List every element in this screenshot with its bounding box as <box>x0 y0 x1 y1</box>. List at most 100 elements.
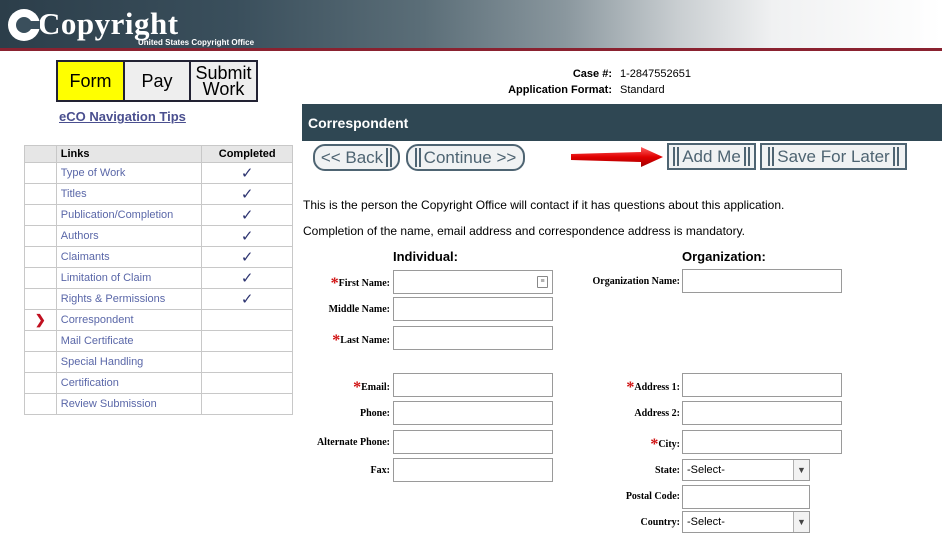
chevron-down-icon[interactable]: ▼ <box>793 460 809 480</box>
table-row: Special Handling <box>24 351 293 373</box>
row-indicator <box>24 225 57 247</box>
city-label-text: City: <box>658 439 680 450</box>
completed-cell <box>201 372 293 394</box>
country-label: Country: <box>640 517 680 528</box>
country-select[interactable]: -Select- ▼ <box>682 511 810 533</box>
phone-input[interactable] <box>393 401 553 425</box>
organization-heading: Organization: <box>682 249 766 264</box>
country-select-value: -Select- <box>687 516 725 528</box>
completed-cell <box>201 393 293 415</box>
nav-link-review-submission[interactable]: Review Submission <box>55 393 203 415</box>
add-me-button[interactable]: Add Me <box>667 143 756 170</box>
completed-cell: ✓ <box>201 204 293 226</box>
checkmark-icon: ✓ <box>240 249 254 266</box>
row-indicator <box>24 162 57 184</box>
nav-link-correspondent[interactable]: Correspondent <box>55 309 203 331</box>
organization-name-label: Organization Name: <box>592 276 681 287</box>
button-bar-icon <box>743 147 750 166</box>
red-arrow-icon <box>571 147 663 167</box>
middle-name-input[interactable] <box>393 297 553 321</box>
alternate-phone-label: Alternate Phone: <box>316 437 390 448</box>
required-marker: * <box>332 332 341 349</box>
postal-code-input[interactable] <box>682 485 810 509</box>
checkmark-icon: ✓ <box>240 165 254 182</box>
fax-input[interactable] <box>393 458 553 482</box>
address-1-label: *Address 1: <box>626 377 680 396</box>
nav-link-limitation-of-claim[interactable]: Limitation of Claim <box>55 267 203 289</box>
tab-submit-work[interactable]: Submit Work <box>191 62 256 100</box>
completed-cell <box>201 309 293 331</box>
continue-button[interactable]: Continue >> <box>406 144 525 171</box>
links-table-header: Links Completed <box>24 145 293 163</box>
table-row: Rights & Permissions ✓ <box>24 288 293 310</box>
button-bar-icon <box>768 147 775 166</box>
fax-label: Fax: <box>370 465 390 476</box>
table-row: ❯ Correspondent <box>24 309 293 331</box>
state-label: State: <box>655 465 680 476</box>
last-name-input[interactable] <box>393 326 553 350</box>
chevron-down-icon[interactable]: ▼ <box>793 512 809 532</box>
back-button[interactable]: << Back <box>313 144 400 171</box>
nav-link-publication-completion[interactable]: Publication/Completion <box>55 204 203 226</box>
tab-pay[interactable]: Pay <box>125 62 191 100</box>
table-row: Claimants ✓ <box>24 246 293 268</box>
email-label: *Email: <box>353 377 390 396</box>
button-bar-icon <box>892 147 899 166</box>
checkmark-icon: ✓ <box>240 207 254 224</box>
first-name-label: *First Name: <box>331 273 390 292</box>
application-format-label: Application Format: <box>508 84 612 96</box>
nav-link-special-handling[interactable]: Special Handling <box>55 351 203 373</box>
logo-subtitle: United States Copyright Office <box>138 38 255 47</box>
completed-cell: ✓ <box>201 246 293 268</box>
required-marker: * <box>353 379 362 396</box>
tab-form[interactable]: Form <box>58 62 125 100</box>
email-label-text: Email: <box>361 382 390 393</box>
save-for-later-button-label: Save For Later <box>777 146 890 166</box>
nav-link-certification[interactable]: Certification <box>55 372 203 394</box>
table-row: Mail Certificate <box>24 330 293 352</box>
row-indicator <box>24 351 57 373</box>
state-select-value: -Select- <box>687 464 725 476</box>
row-indicator: ❯ <box>24 309 57 331</box>
email-input[interactable] <box>393 373 553 397</box>
continue-button-label: Continue >> <box>423 147 517 167</box>
nav-link-rights-permissions[interactable]: Rights & Permissions <box>55 288 203 310</box>
button-bar-icon <box>673 147 680 166</box>
links-column-header: Links <box>55 145 203 163</box>
address-1-input[interactable] <box>682 373 842 397</box>
individual-heading: Individual: <box>393 249 458 264</box>
organization-name-input[interactable] <box>682 269 842 293</box>
button-bar-icon <box>386 148 393 167</box>
first-name-input[interactable]: ≡ <box>393 270 553 294</box>
row-indicator <box>24 204 57 226</box>
nav-link-type-of-work[interactable]: Type of Work <box>55 162 203 184</box>
nav-link-claimants[interactable]: Claimants <box>55 246 203 268</box>
case-number-label: Case #: <box>572 68 612 80</box>
back-button-label: << Back <box>320 147 384 167</box>
alternate-phone-input[interactable] <box>393 430 553 454</box>
nav-link-mail-certificate[interactable]: Mail Certificate <box>55 330 203 352</box>
save-for-later-button[interactable]: Save For Later <box>760 143 907 170</box>
completed-cell: ✓ <box>201 183 293 205</box>
nav-link-authors[interactable]: Authors <box>55 225 203 247</box>
table-row: Authors ✓ <box>24 225 293 247</box>
city-label: *City: <box>650 434 680 453</box>
current-step-icon: ❯ <box>34 312 46 327</box>
navigation-tips-link[interactable]: eCO Navigation Tips <box>59 109 186 124</box>
address-2-input[interactable] <box>682 401 842 425</box>
contact-card-icon[interactable]: ≡ <box>537 276 548 288</box>
intro-line-2: Completion of the name, email address an… <box>303 224 746 238</box>
city-input[interactable] <box>682 430 842 454</box>
nav-link-titles[interactable]: Titles <box>55 183 203 205</box>
case-number-value: 1-2847552651 <box>620 68 691 80</box>
process-tabs: Form Pay Submit Work <box>56 60 258 102</box>
links-table: Links Completed Type of Work ✓ Titles ✓ Publ… <box>24 145 293 415</box>
middle-name-label: Middle Name: <box>328 304 390 315</box>
state-select[interactable]: -Select- ▼ <box>682 459 810 481</box>
button-bar-icon <box>414 148 421 167</box>
checkmark-icon: ✓ <box>240 270 254 287</box>
table-row: Limitation of Claim ✓ <box>24 267 293 289</box>
completed-cell <box>201 351 293 373</box>
table-row: Publication/Completion ✓ <box>24 204 293 226</box>
row-indicator <box>24 330 57 352</box>
